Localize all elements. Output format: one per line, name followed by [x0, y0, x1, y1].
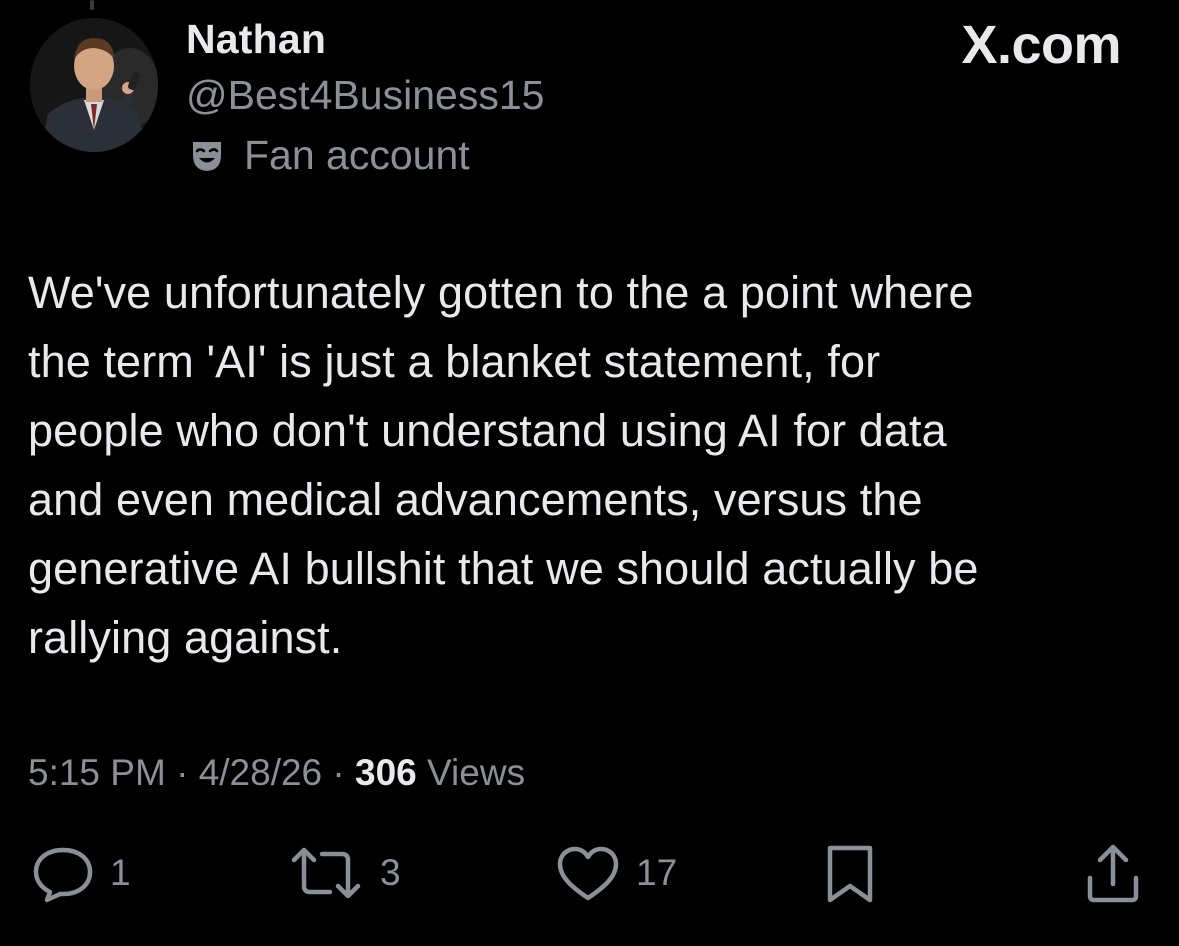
like-button[interactable]: 17 [554, 840, 677, 906]
tweet-text: We've unfortunately gotten to the a poin… [28, 267, 979, 663]
avatar-photo-icon [30, 18, 158, 152]
retweet-icon [291, 847, 361, 899]
user-handle[interactable]: @Best4Business15 [186, 72, 544, 119]
reply-count: 1 [110, 852, 131, 893]
brand-watermark: X.com [961, 15, 1121, 75]
like-count: 17 [636, 852, 678, 893]
retweet-count: 3 [380, 852, 401, 893]
bookmark-icon [827, 845, 873, 903]
views-count[interactable]: 306 [355, 752, 417, 793]
views-label: Views [427, 752, 526, 793]
tweet-metadata: 5:15 PM · 4/28/26 · 306 Views [28, 752, 525, 794]
share-button[interactable] [1082, 840, 1144, 906]
meta-separator: · [176, 752, 189, 793]
heart-icon [557, 846, 619, 901]
meta-separator: · [332, 752, 345, 793]
reply-button[interactable]: 1 [30, 840, 131, 906]
display-name[interactable]: Nathan [186, 16, 326, 63]
fan-account-badge: Fan account [190, 132, 470, 179]
tweet-date[interactable]: 4/28/26 [199, 752, 322, 793]
retweet-button[interactable]: 3 [286, 840, 401, 906]
share-icon [1087, 844, 1139, 903]
bookmark-button[interactable] [820, 840, 880, 906]
reply-icon [33, 847, 93, 903]
avatar[interactable] [30, 18, 158, 152]
tweet-time[interactable]: 5:15 PM [28, 752, 166, 793]
thread-connector-line [90, 0, 94, 10]
theater-mask-icon [193, 141, 221, 171]
fan-account-label: Fan account [244, 132, 470, 178]
tweet-actions-bar: 1 3 17 [0, 840, 1179, 910]
